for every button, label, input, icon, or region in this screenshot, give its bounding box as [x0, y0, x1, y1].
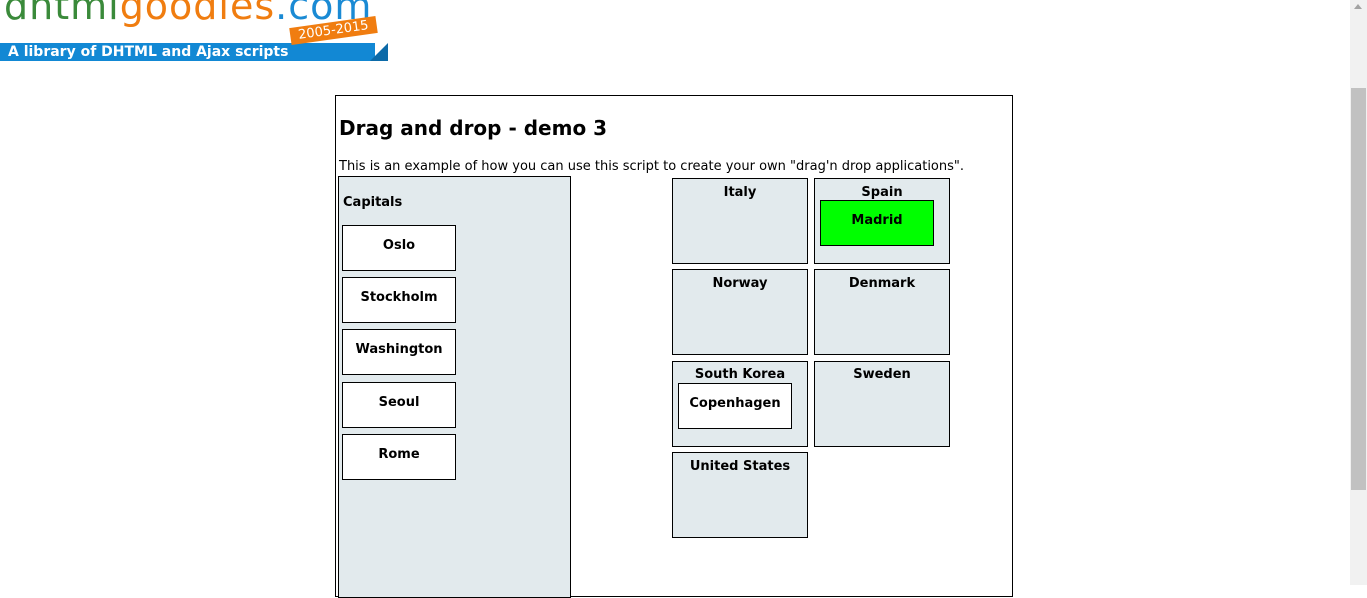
- vertical-scrollbar[interactable]: [1350, 0, 1367, 585]
- intro-text: This is an example of how you can use th…: [339, 159, 965, 174]
- capitals-label: Capitals: [343, 195, 403, 210]
- dropzone-united-states[interactable]: United States: [672, 452, 808, 538]
- logo-ribbon-fold: [370, 43, 388, 61]
- logo-tagline: A library of DHTML and Ajax scripts: [0, 43, 375, 61]
- dropzone-south-korea[interactable]: South Korea Copenhagen: [672, 361, 808, 447]
- site-logo[interactable]: dhtmlgoodies.com A library of DHTML and …: [0, 0, 392, 66]
- logo-part: dhtml: [4, 0, 120, 28]
- draggable-capital-copenhagen[interactable]: Copenhagen: [678, 383, 792, 429]
- country-name: United States: [689, 459, 791, 474]
- scroll-up-arrow-icon[interactable]: [1354, 4, 1362, 9]
- draggable-capital-rome[interactable]: Rome: [342, 434, 456, 480]
- country-name: Sweden: [853, 367, 911, 382]
- country-name: Spain: [861, 185, 903, 200]
- dropzone-spain[interactable]: Spain Madrid: [814, 178, 950, 264]
- dropzone-denmark[interactable]: Denmark: [814, 269, 950, 355]
- dropzone-sweden[interactable]: Sweden: [814, 361, 950, 447]
- capitals-panel[interactable]: Capitals Oslo Stockholm Washington Seoul…: [338, 176, 571, 598]
- draggable-capital-madrid[interactable]: Madrid: [820, 200, 934, 246]
- dropzone-norway[interactable]: Norway: [672, 269, 808, 355]
- draggable-capital-seoul[interactable]: Seoul: [342, 382, 456, 428]
- draggable-capital-washington[interactable]: Washington: [342, 329, 456, 375]
- draggable-capital-stockholm[interactable]: Stockholm: [342, 277, 456, 323]
- page-title: Drag and drop - demo 3: [339, 116, 608, 140]
- scrollbar-thumb[interactable]: [1351, 88, 1366, 490]
- country-name: Denmark: [848, 276, 916, 291]
- country-name: South Korea: [694, 367, 786, 382]
- country-name: Norway: [712, 276, 768, 291]
- country-name: Italy: [723, 185, 757, 200]
- demo-container: Drag and drop - demo 3 This is an exampl…: [335, 95, 1013, 598]
- logo-part: goodies: [119, 0, 276, 28]
- dropzone-italy[interactable]: Italy: [672, 178, 808, 264]
- draggable-capital-oslo[interactable]: Oslo: [342, 225, 456, 271]
